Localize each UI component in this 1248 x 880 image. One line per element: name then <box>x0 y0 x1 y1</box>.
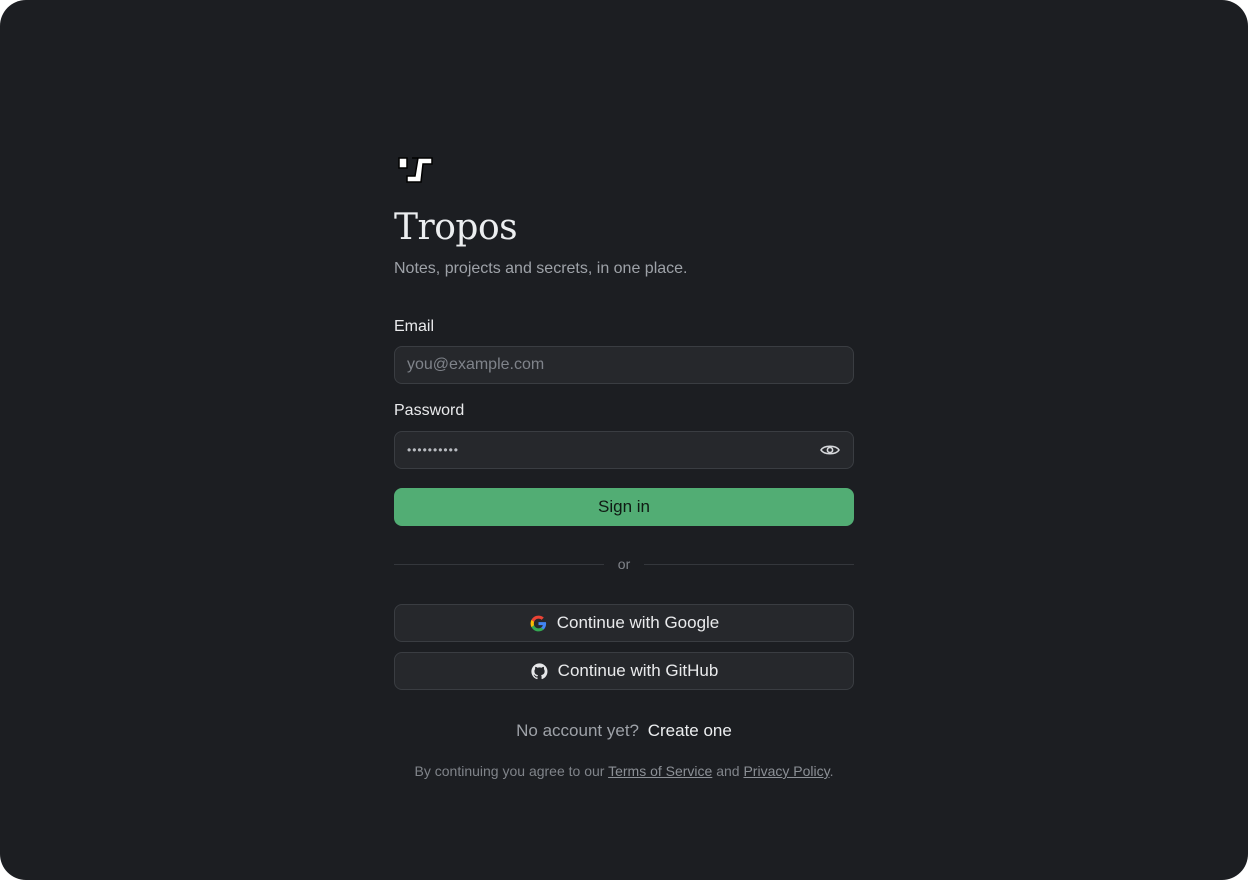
divider-line-right <box>644 563 855 565</box>
privacy-policy-link[interactable]: Privacy Policy <box>743 763 829 779</box>
app-window: Tropos Notes, projects and secrets, in o… <box>0 0 1248 880</box>
app-tagline: Notes, projects and secrets, in one plac… <box>394 260 688 277</box>
continue-with-google-button[interactable]: Continue with Google <box>394 604 854 642</box>
signup-prompt: No account yet? Create one <box>394 720 854 742</box>
create-account-link[interactable]: Create one <box>648 721 732 740</box>
divider-line-left <box>394 563 604 565</box>
password-label: Password <box>394 402 465 419</box>
app-title: Tropos <box>394 207 518 248</box>
legal-notice: By continuing you agree to our Terms of … <box>394 761 854 781</box>
legal-prefix: By continuing you agree to our <box>414 763 605 779</box>
github-icon <box>530 661 550 681</box>
email-field-wrapper <box>394 346 854 384</box>
password-field[interactable]: •••••••••• <box>407 443 819 457</box>
signup-question: No account yet? <box>516 721 639 740</box>
google-icon <box>529 613 549 633</box>
sign-in-button[interactable]: Sign in <box>394 488 854 526</box>
terms-of-service-link[interactable]: Terms of Service <box>608 763 712 779</box>
tropos-logo-icon <box>398 157 433 183</box>
password-field-wrapper: •••••••••• <box>394 431 854 469</box>
or-divider: or <box>394 554 855 574</box>
continue-with-github-button[interactable]: Continue with GitHub <box>394 652 854 690</box>
divider-text: or <box>617 556 631 572</box>
legal-and: and <box>716 763 740 779</box>
email-field[interactable] <box>407 356 841 374</box>
eye-icon[interactable] <box>819 439 841 461</box>
github-button-label: Continue with GitHub <box>557 661 719 680</box>
email-label: Email <box>394 318 435 335</box>
legal-suffix: . <box>829 763 834 779</box>
google-button-label: Continue with Google <box>556 613 720 632</box>
